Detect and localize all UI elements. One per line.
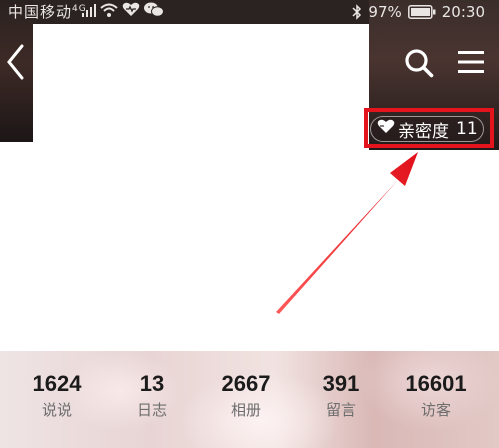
stat-label: 日志 bbox=[136, 401, 167, 419]
carrier-name: 中国移动4G bbox=[8, 3, 87, 21]
highlight-annotation-box bbox=[364, 108, 494, 148]
stat-value: 391 bbox=[322, 371, 360, 396]
stat-visitors[interactable]: 16601 访客 bbox=[391, 371, 481, 421]
status-right: 97% 20:30 bbox=[352, 0, 485, 24]
cover-blank-area bbox=[33, 24, 369, 142]
bluetooth-icon bbox=[352, 4, 362, 20]
stat-label: 访客 bbox=[420, 401, 451, 419]
stat-messages[interactable]: 391 留言 bbox=[296, 371, 386, 421]
search-button[interactable] bbox=[404, 48, 434, 78]
menu-icon bbox=[456, 51, 486, 80]
stat-label: 相册 bbox=[230, 401, 261, 419]
stat-value: 13 bbox=[139, 371, 165, 396]
wechat-icon bbox=[144, 0, 164, 24]
stat-value: 16601 bbox=[405, 371, 467, 396]
status-bar: 中国移动4G 97% 20:30 bbox=[0, 0, 499, 24]
stat-label: 留言 bbox=[325, 401, 356, 419]
chevron-left-icon bbox=[4, 44, 28, 86]
battery-percent: 97% bbox=[368, 3, 402, 21]
clock: 20:30 bbox=[441, 3, 485, 21]
stat-blog[interactable]: 13 日志 bbox=[107, 371, 197, 421]
stats-bar: 1624 说说 13 日志 2667 相册 391 留言 16601 访客 bbox=[0, 351, 499, 448]
stat-album[interactable]: 2667 相册 bbox=[201, 371, 291, 421]
stat-shuoshuo[interactable]: 1624 说说 bbox=[12, 371, 102, 421]
battery-icon bbox=[407, 5, 436, 19]
stat-label: 说说 bbox=[41, 401, 72, 419]
back-button[interactable] bbox=[4, 42, 28, 82]
menu-button[interactable] bbox=[456, 48, 486, 76]
signal-icon bbox=[82, 0, 96, 24]
heart-icon bbox=[122, 0, 140, 24]
status-icons bbox=[82, 2, 164, 20]
stat-value: 1624 bbox=[32, 371, 82, 396]
search-icon bbox=[404, 49, 434, 82]
stat-value: 2667 bbox=[221, 371, 271, 396]
wifi-icon bbox=[100, 0, 118, 24]
